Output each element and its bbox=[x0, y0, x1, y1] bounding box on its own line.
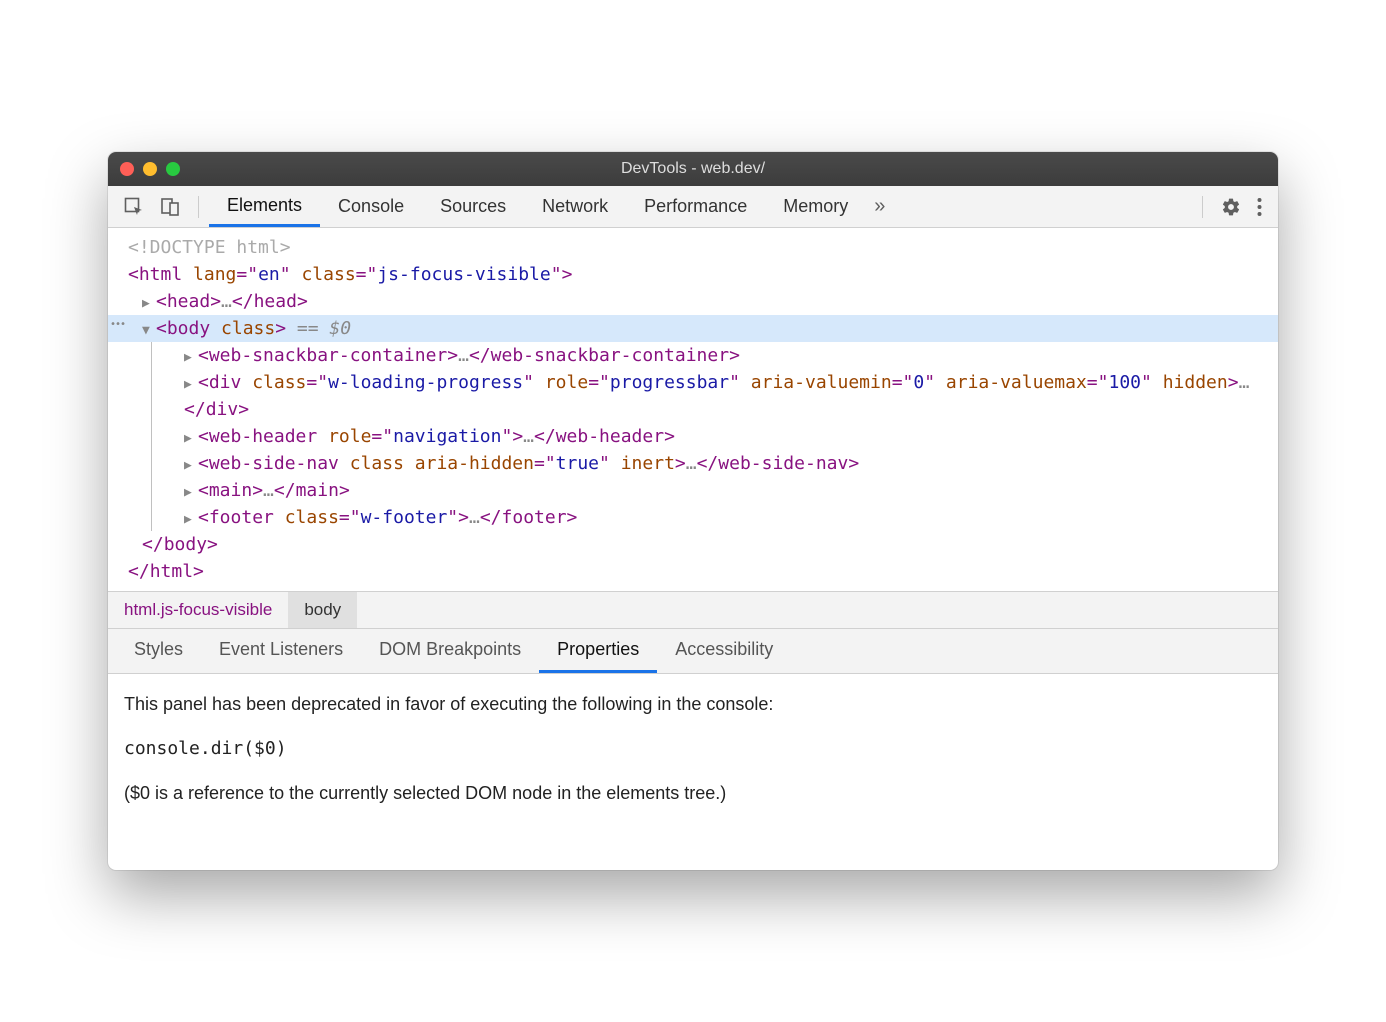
window-title: DevTools - web.dev/ bbox=[108, 160, 1278, 178]
devtools-window: DevTools - web.dev/ Elements Console Sou… bbox=[108, 152, 1278, 869]
properties-pane: This panel has been deprecated in favor … bbox=[108, 674, 1278, 869]
dom-html-open[interactable]: <html lang="en" class="js-focus-visible"… bbox=[108, 261, 1278, 288]
dom-doctype[interactable]: <!DOCTYPE html> bbox=[108, 234, 1278, 261]
dom-child-progress[interactable]: ▶<div class="w-loading-progress" role="p… bbox=[164, 369, 1278, 423]
subtab-properties[interactable]: Properties bbox=[539, 629, 657, 673]
main-toolbar: Elements Console Sources Network Perform… bbox=[108, 186, 1278, 228]
tab-performance[interactable]: Performance bbox=[626, 186, 765, 227]
crumb-body[interactable]: body bbox=[288, 592, 357, 628]
titlebar: DevTools - web.dev/ bbox=[108, 152, 1278, 186]
dom-tree[interactable]: <!DOCTYPE html> <html lang="en" class="j… bbox=[108, 228, 1278, 591]
inspect-element-icon[interactable] bbox=[116, 191, 152, 223]
close-icon[interactable] bbox=[120, 162, 134, 176]
dom-child-sidenav[interactable]: ▶<web-side-nav class aria-hidden="true" … bbox=[164, 450, 1278, 477]
subtab-accessibility[interactable]: Accessibility bbox=[657, 629, 791, 673]
dom-body-open[interactable]: ▼<body class> == $0 bbox=[108, 315, 1278, 342]
dom-child-snackbar[interactable]: ▶<web-snackbar-container>…</web-snackbar… bbox=[164, 342, 1278, 369]
tab-sources[interactable]: Sources bbox=[422, 186, 524, 227]
toolbar-divider bbox=[198, 196, 199, 218]
gear-icon[interactable] bbox=[1213, 191, 1249, 223]
tab-elements[interactable]: Elements bbox=[209, 186, 320, 227]
panel-tabs: Elements Console Sources Network Perform… bbox=[209, 186, 866, 227]
dom-head[interactable]: ▶<head>…</head> bbox=[108, 288, 1278, 315]
dom-child-header[interactable]: ▶<web-header role="navigation">…</web-he… bbox=[164, 423, 1278, 450]
toolbar-divider bbox=[1202, 196, 1203, 218]
subtab-event-listeners[interactable]: Event Listeners bbox=[201, 629, 361, 673]
deprecation-text: This panel has been deprecated in favor … bbox=[124, 688, 1262, 720]
crumb-html[interactable]: html.js-focus-visible bbox=[108, 592, 288, 628]
traffic-lights bbox=[120, 162, 180, 176]
more-tabs-icon[interactable]: » bbox=[866, 189, 893, 224]
dom-body-close[interactable]: </body> bbox=[108, 531, 1278, 558]
sidebar-tabs: Styles Event Listeners DOM Breakpoints P… bbox=[108, 628, 1278, 674]
fullscreen-icon[interactable] bbox=[166, 162, 180, 176]
dom-body-children: ▶<web-snackbar-container>…</web-snackbar… bbox=[151, 342, 1278, 531]
subtab-styles[interactable]: Styles bbox=[116, 629, 201, 673]
minimize-icon[interactable] bbox=[143, 162, 157, 176]
subtab-dom-breakpoints[interactable]: DOM Breakpoints bbox=[361, 629, 539, 673]
dom-child-footer[interactable]: ▶<footer class="w-footer">…</footer> bbox=[164, 504, 1278, 531]
tab-console[interactable]: Console bbox=[320, 186, 422, 227]
kebab-menu-icon[interactable] bbox=[1249, 191, 1270, 223]
deprecation-code: console.dir($0) bbox=[124, 733, 1262, 765]
tab-memory[interactable]: Memory bbox=[765, 186, 866, 227]
device-toggle-icon[interactable] bbox=[152, 191, 188, 223]
deprecation-note: ($0 is a reference to the currently sele… bbox=[124, 777, 1262, 809]
tab-network[interactable]: Network bbox=[524, 186, 626, 227]
breadcrumb: html.js-focus-visible body bbox=[108, 591, 1278, 628]
dom-html-close[interactable]: </html> bbox=[108, 558, 1278, 585]
dom-child-main[interactable]: ▶<main>…</main> bbox=[164, 477, 1278, 504]
